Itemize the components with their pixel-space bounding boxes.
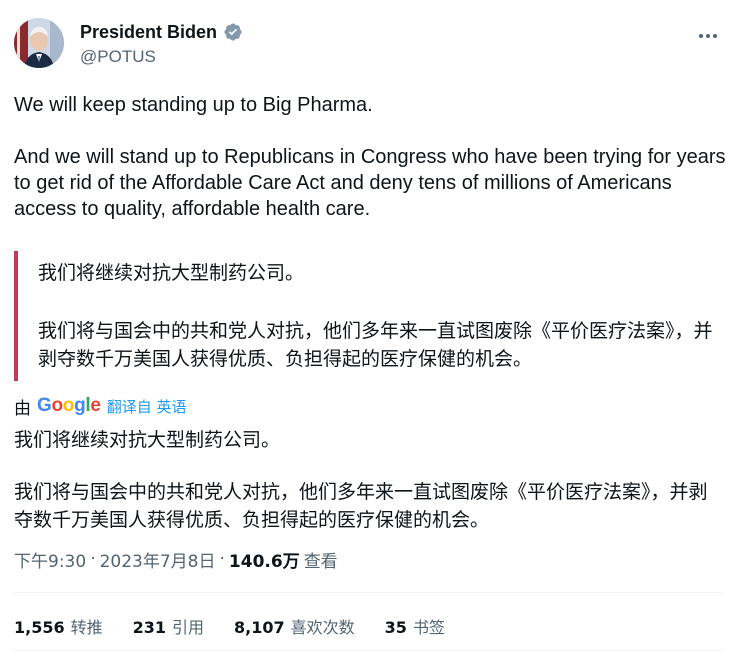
tweet-stats: 1,556 转推 231 引用 8,107 喜欢次数 35 书签 — [14, 614, 445, 638]
translation-line-1: 我们将继续对抗大型制药公司。 — [14, 429, 281, 451]
translated-by-bar: 由 Google 翻译自 英语 — [14, 394, 187, 419]
stat-retweets[interactable]: 1,556 转推 — [14, 614, 103, 638]
tweet-paragraph-1: We will keep standing up to Big Pharma. — [14, 94, 373, 116]
stat-count: 8,107 — [234, 618, 285, 637]
quote-line-1: 我们将继续对抗大型制药公司。 — [38, 262, 305, 284]
translation-quote-block: 我们将继续对抗大型制药公司。 我们将与国会中的共和党人对抗，他们多年来一直试图废… — [14, 251, 726, 381]
verified-badge-icon[interactable] — [223, 22, 243, 42]
meta-separator: · — [90, 549, 96, 569]
divider — [14, 650, 722, 651]
meta-separator: · — [219, 549, 225, 569]
tweet-paragraph-2: And we will stand up to Republicans in C… — [14, 146, 726, 220]
stat-likes[interactable]: 8,107 喜欢次数 — [234, 614, 355, 638]
stat-label: 书签 — [412, 618, 445, 637]
more-horizontal-icon[interactable] — [696, 24, 720, 48]
views-count[interactable]: 140.6万 — [229, 547, 300, 572]
translation-line-2: 我们将与国会中的共和党人对抗，他们多年来一直试图废除《平价医疗法案》，并剥夺数千… — [14, 481, 708, 531]
translated-by-prefix: 由 — [14, 398, 31, 419]
stat-count: 35 — [384, 618, 407, 637]
tweet-date[interactable]: 2023年7月8日 — [100, 547, 216, 572]
translated-from-link[interactable]: 翻译自 英语 — [107, 396, 187, 417]
avatar-image — [14, 18, 64, 68]
tweet-meta: 下午9:30 · 2023年7月8日 · 140.6万 查看 — [14, 547, 338, 572]
stat-quotes[interactable]: 231 引用 — [133, 614, 204, 638]
stat-count: 1,556 — [14, 618, 65, 637]
tweet-time[interactable]: 下午9:30 — [14, 547, 86, 572]
avatar[interactable] — [14, 18, 64, 68]
stat-label: 引用 — [172, 618, 205, 637]
stat-label: 转推 — [70, 618, 103, 637]
stat-label: 喜欢次数 — [290, 618, 355, 637]
quote-line-2: 我们将与国会中的共和党人对抗，他们多年来一直试图废除《平价医疗法案》，并剥夺数千… — [38, 320, 713, 370]
views-label: 查看 — [303, 551, 338, 572]
stat-bookmarks[interactable]: 35 书签 — [385, 614, 445, 638]
stat-count: 231 — [132, 618, 167, 637]
divider — [14, 592, 722, 593]
google-logo[interactable]: Google — [37, 395, 101, 417]
name-row: President Biden — [80, 20, 243, 44]
tweet-header: President Biden @POTUS — [14, 18, 726, 70]
display-name[interactable]: President Biden — [80, 20, 217, 44]
tweet-text: We will keep standing up to Big Pharma. … — [14, 92, 726, 222]
user-handle[interactable]: @POTUS — [80, 46, 156, 68]
